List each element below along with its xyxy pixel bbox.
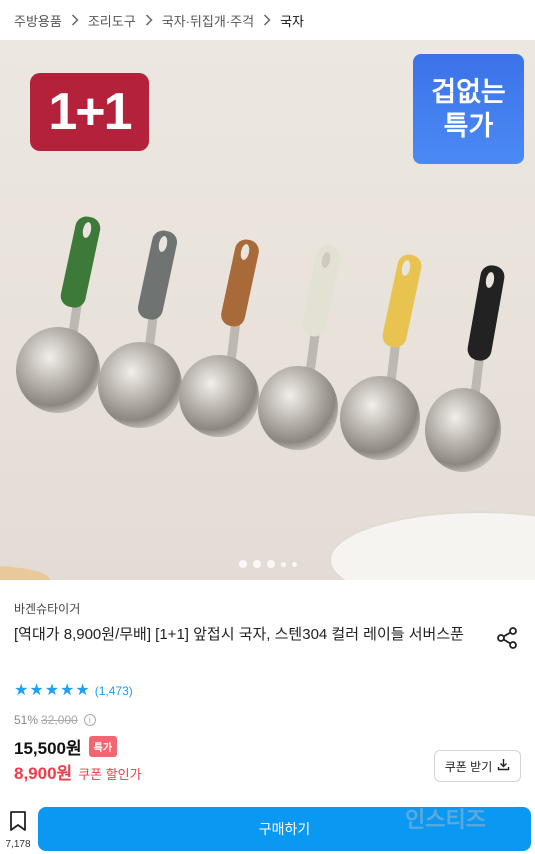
carousel-indicator: [0, 560, 535, 568]
discount-rate: 51%: [14, 713, 39, 727]
breadcrumb-item-ladles-spatulas[interactable]: 국자·뒤집개·주걱: [162, 11, 254, 30]
one-plus-one-badge: 1+1: [30, 73, 149, 151]
sale-price: 15,500원: [14, 739, 82, 758]
original-price: 32,000: [41, 713, 78, 727]
coupon-button-label: 쿠폰 받기: [444, 759, 493, 774]
breadcrumb: 주방용품 조리도구 국자·뒤집개·주걱 국자: [0, 0, 535, 40]
get-coupon-button[interactable]: 쿠폰 받기: [434, 750, 521, 782]
rating[interactable]: ★ ★ ★ ★ ★ (1,473): [14, 682, 133, 700]
original-price-row: 51% 32,000 i: [14, 713, 96, 727]
buy-button[interactable]: 구매하기: [38, 807, 531, 851]
product-title: [역대가 8,900원/무배] [1+1] 앞접시 국자, 스텐304 컬러 레…: [14, 626, 464, 643]
breadcrumb-item-kitchen[interactable]: 주방용품: [14, 11, 62, 30]
bookmark-icon: [9, 810, 27, 837]
carousel-dot[interactable]: [291, 561, 297, 567]
coupon-price: 8,900원: [14, 764, 73, 783]
price-row: 15,500원 특가: [14, 734, 118, 759]
chevron-right-icon: [71, 14, 79, 26]
star-icon: ★: [75, 682, 90, 699]
brand-name[interactable]: 바겐슈타이거: [14, 600, 80, 617]
coupon-label: 쿠폰 할인가: [78, 767, 142, 782]
special-deal-badge: 겁없는 특가: [413, 54, 524, 164]
chevron-right-icon: [263, 14, 271, 26]
bookmark-button[interactable]: 7,178: [4, 810, 32, 850]
special-badge: 특가: [88, 736, 118, 757]
deal-badge-line2: 특가: [443, 111, 494, 141]
bookmark-count: 7,178: [5, 839, 31, 850]
product-image[interactable]: 1+1 겁없는 특가: [0, 40, 535, 580]
star-icon: ★: [29, 682, 44, 699]
star-icon: ★: [14, 682, 29, 699]
info-icon[interactable]: i: [83, 714, 96, 726]
chevron-right-icon: [145, 14, 153, 26]
deal-badge-line1: 겁없는: [431, 77, 506, 107]
star-icon: ★: [60, 682, 75, 699]
carousel-dot[interactable]: [238, 560, 247, 568]
review-count[interactable]: (1,473): [95, 684, 133, 698]
coupon-price-row: 8,900원 쿠폰 할인가: [14, 759, 142, 784]
star-icon: ★: [44, 682, 60, 699]
share-icon[interactable]: [495, 626, 519, 650]
carousel-dot[interactable]: [280, 561, 286, 567]
carousel-dot[interactable]: [252, 560, 261, 568]
download-icon: [497, 758, 510, 774]
breadcrumb-item-ladle[interactable]: 국자: [280, 11, 304, 30]
breadcrumb-item-cooking-tools[interactable]: 조리도구: [88, 11, 136, 30]
carousel-dot[interactable]: [266, 560, 275, 568]
